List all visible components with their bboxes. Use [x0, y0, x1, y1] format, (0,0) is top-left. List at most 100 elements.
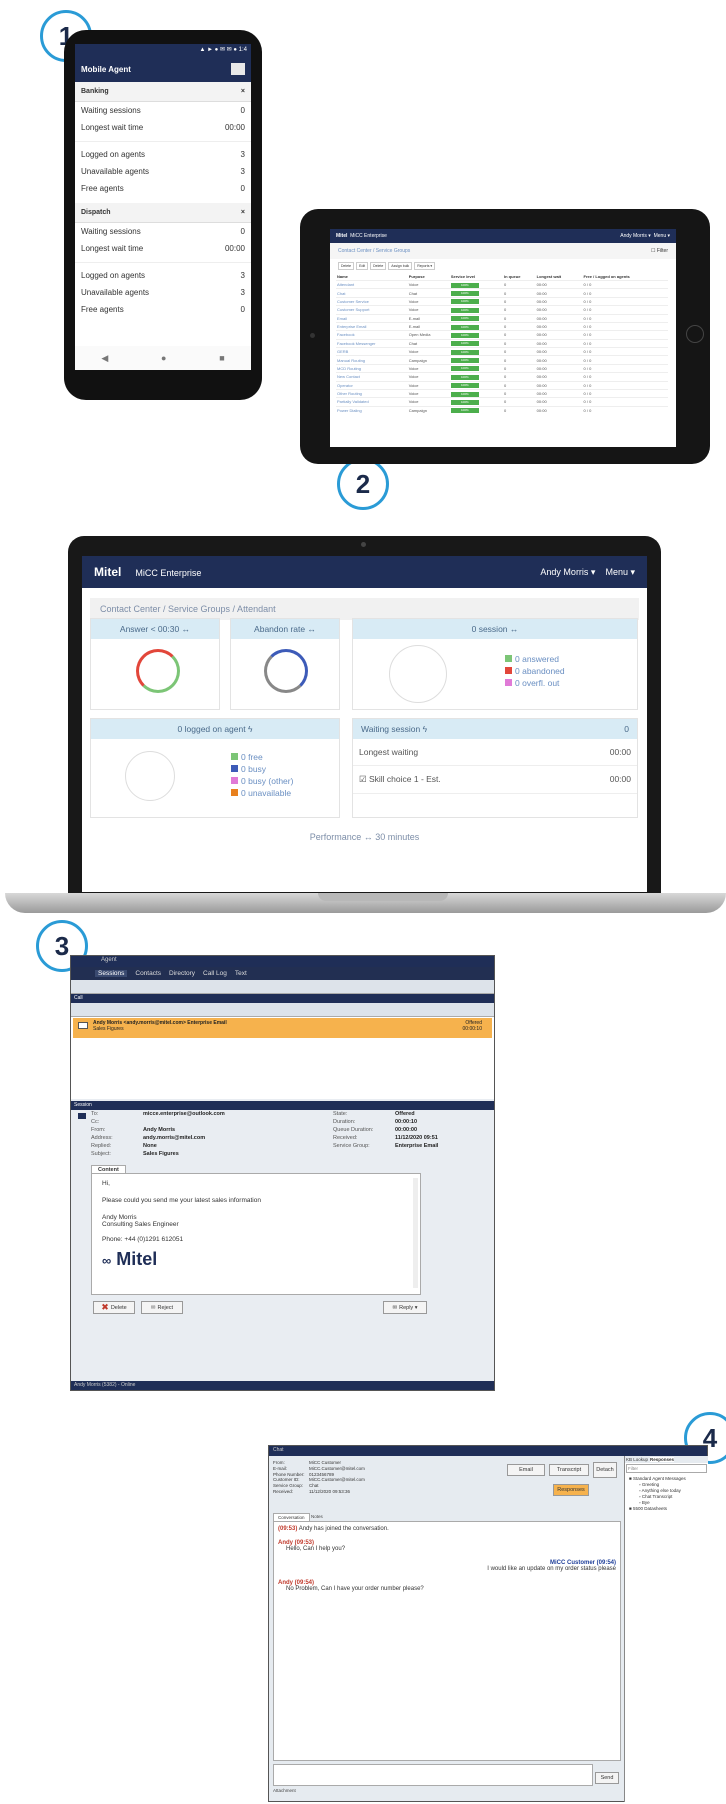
- main-menu[interactable]: Menu ▾: [654, 233, 670, 239]
- group-name[interactable]: GERB: [336, 346, 408, 356]
- column-header[interactable]: Service level: [450, 273, 503, 281]
- delete-button-2[interactable]: Delete: [370, 262, 387, 270]
- stat-row: Free agents 0: [75, 301, 251, 318]
- filter-checkbox[interactable]: ☐ Filter: [651, 248, 668, 254]
- tablet-home-button[interactable]: [686, 325, 704, 343]
- transcript-button[interactable]: Transcript: [549, 1464, 589, 1476]
- send-button[interactable]: Send: [595, 1772, 619, 1784]
- reports-dropdown[interactable]: Reports ▾: [414, 262, 436, 270]
- group-name[interactable]: Other Routing: [336, 388, 408, 398]
- table-row[interactable]: MCD Routing Voice 100% 0 00:00 0 / 0: [336, 363, 668, 373]
- group-name[interactable]: Power Dialing: [336, 405, 408, 415]
- stat-label: Unavailable agents: [81, 167, 150, 176]
- stat-value: 0: [240, 184, 245, 193]
- group-name[interactable]: Attendant: [336, 279, 408, 289]
- field-value: micce.enterprise@outlook.com: [143, 1111, 225, 1117]
- table-row[interactable]: Facebook Messenger Chat 100% 0 00:00 0 / 0: [336, 338, 668, 348]
- section-header[interactable]: Banking ×: [75, 82, 251, 102]
- group-name[interactable]: Partially Validated: [336, 397, 408, 407]
- table-row[interactable]: Manual Routing Campaign 100% 0 00:00 0 / 0: [336, 355, 668, 365]
- in-queue: 0: [502, 355, 536, 365]
- group-name[interactable]: Customer Service: [336, 296, 408, 306]
- agents-pie: [125, 751, 175, 801]
- close-icon[interactable]: ×: [241, 209, 245, 216]
- table-row[interactable]: Other Routing Voice 100% 0 00:00 0 / 0: [336, 388, 668, 398]
- table-row[interactable]: Customer Support Voice 100% 0 00:00 0 / 0: [336, 305, 668, 314]
- breadcrumb: Contact Center / Service Groups / Attend…: [90, 598, 639, 620]
- card-title[interactable]: Waiting session ϟ 0: [353, 719, 637, 739]
- table-row[interactable]: Attendant Voice 100% 0 00:00 0 / 0: [336, 279, 668, 289]
- section-header[interactable]: Dispatch ×: [75, 203, 251, 223]
- filter-input[interactable]: Filter: [626, 1464, 707, 1473]
- message-input[interactable]: [273, 1764, 593, 1786]
- table-row[interactable]: Customer Service Voice 100% 0 00:00 0 / 0: [336, 296, 668, 306]
- tab-notes[interactable]: Notes: [307, 1513, 327, 1520]
- reject-button[interactable]: ✉ Reject: [141, 1301, 183, 1314]
- column-header[interactable]: In queue: [503, 273, 536, 281]
- group-name[interactable]: Manual Routing: [336, 355, 408, 365]
- responses-button[interactable]: Responses: [553, 1484, 589, 1496]
- group-name[interactable]: Customer Support: [336, 305, 408, 314]
- menu-call-log[interactable]: Call Log: [203, 970, 227, 977]
- table-row[interactable]: Facebook Open Media 100% 0 00:00 0 / 0: [336, 330, 668, 340]
- group-name[interactable]: Facebook Messenger: [336, 338, 408, 348]
- table-row[interactable]: Power Dialing Campaign 100% 0 00:00 0 / 0: [336, 405, 668, 415]
- card-title[interactable]: Abandon rate ↔: [231, 619, 339, 639]
- performance-label[interactable]: Performance ↔ 30 minutes: [82, 832, 647, 842]
- table-row[interactable]: GERB Voice 100% 0 00:00 0 / 0: [336, 346, 668, 356]
- skill-row[interactable]: ☑ Skill choice 1 - Est. 00:00: [353, 766, 637, 794]
- delete-button[interactable]: Delete: [338, 262, 355, 270]
- email-session-item[interactable]: Andy Morris <andy.morris@mitel.com> Ente…: [73, 1018, 492, 1038]
- column-header[interactable]: Purpose: [408, 273, 450, 281]
- menu-directory[interactable]: Directory: [169, 970, 195, 977]
- tab-kb-lookup[interactable]: KB Lookup: [626, 1457, 648, 1462]
- user-menu[interactable]: Andy Morris ▾: [540, 567, 595, 577]
- menu-icon[interactable]: [231, 63, 245, 75]
- column-header[interactable]: Longest wait: [536, 273, 583, 281]
- main-menu[interactable]: Menu ▾: [605, 567, 635, 577]
- card-title[interactable]: 0 session ↔: [353, 619, 637, 639]
- delete-button[interactable]: ✖ Delete: [93, 1301, 135, 1314]
- service-level: 100%: [449, 372, 503, 381]
- in-queue: 0: [502, 288, 536, 298]
- group-name[interactable]: Email: [336, 313, 408, 323]
- detach-button[interactable]: Detach: [593, 1462, 617, 1478]
- table-row[interactable]: New Contact Voice 100% 0 00:00 0 / 0: [336, 372, 668, 381]
- menu-sessions[interactable]: Sessions: [95, 970, 128, 977]
- table-row[interactable]: Enterprise Email E-mail 100% 0 00:00 0 / 0: [336, 321, 668, 331]
- content-scrollbar[interactable]: [413, 1178, 418, 1288]
- group-name[interactable]: Chat: [336, 288, 408, 298]
- stat-value: 3: [240, 288, 245, 297]
- edit-button[interactable]: Edit: [356, 262, 369, 270]
- assign-bulk-button[interactable]: Assign bulk: [388, 262, 413, 270]
- close-icon[interactable]: ×: [241, 88, 245, 95]
- recents-icon[interactable]: ■: [219, 353, 224, 363]
- session-section-header: Session: [71, 1101, 494, 1110]
- user-menu[interactable]: Andy Morris ▾: [620, 233, 651, 239]
- menu-contacts[interactable]: Contacts: [135, 970, 161, 977]
- group-name[interactable]: Enterprise Email: [336, 321, 408, 331]
- column-header[interactable]: Name: [336, 273, 408, 281]
- table-row[interactable]: Partially Validated Voice 100% 0 00:00 0 / 0: [336, 397, 668, 407]
- body-line: Andy Morris: [102, 1214, 137, 1221]
- column-header[interactable]: Free / Logged on agents: [583, 273, 668, 281]
- home-icon[interactable]: ●: [161, 353, 166, 363]
- message-content[interactable]: Hi, Please could you send me your latest…: [91, 1173, 421, 1295]
- table-row[interactable]: Email E-mail 100% 0 00:00 0 / 0: [336, 313, 668, 323]
- menu-text[interactable]: Text: [235, 970, 247, 977]
- reply-button[interactable]: ✉ Reply ▾: [383, 1301, 427, 1314]
- card-title[interactable]: 0 logged on agent ϟ: [91, 719, 339, 739]
- group-name[interactable]: Facebook: [336, 330, 408, 340]
- tab-responses[interactable]: Responses: [650, 1457, 675, 1462]
- group-name[interactable]: MCD Routing: [336, 363, 408, 373]
- longest-wait: 00:00: [535, 380, 583, 390]
- table-row[interactable]: Operator Voice 100% 0 00:00 0 / 0: [336, 380, 668, 390]
- agents: 0 / 0: [582, 346, 668, 356]
- email-button[interactable]: Email: [507, 1464, 545, 1476]
- group-name[interactable]: New Contact: [336, 372, 408, 381]
- group-name[interactable]: Operator: [336, 380, 408, 390]
- back-icon[interactable]: ◀: [101, 353, 108, 364]
- tree-folder[interactable]: ■ 5500 Datasheets: [629, 1506, 704, 1512]
- card-title[interactable]: Answer < 00:30 ↔: [91, 619, 219, 639]
- table-row[interactable]: Chat Chat 100% 0 00:00 0 / 0: [336, 288, 668, 298]
